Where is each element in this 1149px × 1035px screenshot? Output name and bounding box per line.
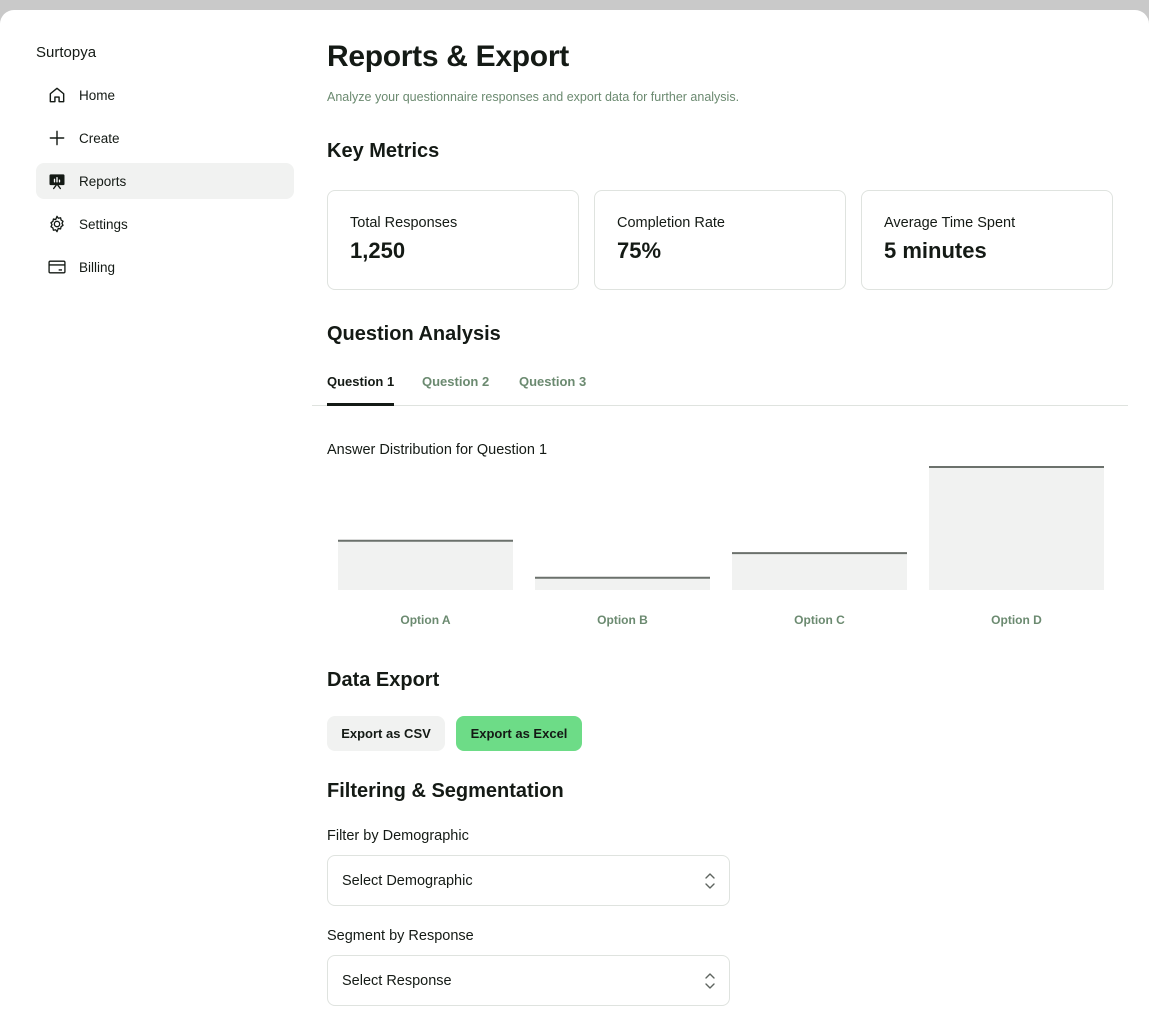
data-export-title: Data Export <box>327 669 440 691</box>
chart-bar-option-d <box>929 467 1104 590</box>
sidebar-item-label: Create <box>79 130 120 146</box>
chart-category-label: Option C <box>794 613 845 627</box>
credit-card-icon <box>47 257 67 277</box>
demographic-select[interactable]: Select Demographic <box>327 855 730 906</box>
sidebar-item-label: Billing <box>79 259 116 275</box>
question-tabs: Question 1 Question 2 Question 3 <box>312 370 1128 406</box>
sidebar: Surtopya Home Create Reports Settings Bi… <box>0 10 310 1035</box>
response-select-value: Select Response <box>342 972 452 989</box>
metric-label: Total Responses <box>350 215 458 231</box>
sidebar-item-reports[interactable]: Reports <box>36 163 294 199</box>
chart-category-label: Option B <box>597 613 648 627</box>
export-csv-button[interactable]: Export as CSV <box>327 716 445 751</box>
chart-title: Answer Distribution for Question 1 <box>327 442 548 458</box>
sidebar-item-create[interactable]: Create <box>36 120 294 156</box>
brand-name: Surtopya <box>36 44 97 61</box>
tab-question-1[interactable]: Question 1 <box>327 374 395 406</box>
plus-icon <box>47 128 67 148</box>
filtering-title: Filtering & Segmentation <box>327 780 564 802</box>
export-excel-button[interactable]: Export as Excel <box>456 716 582 751</box>
segment-response-label: Segment by Response <box>327 928 474 944</box>
page-title: Reports & Export <box>327 40 569 73</box>
presentation-chart-icon <box>47 171 67 191</box>
chart-bar-option-a <box>338 540 513 590</box>
filter-demographic-label: Filter by Demographic <box>327 828 469 844</box>
chart-category-label: Option A <box>400 613 451 627</box>
sidebar-item-label: Home <box>79 87 116 103</box>
page-subtitle: Analyze your questionnaire responses and… <box>327 90 740 104</box>
chart-bar-option-c <box>732 553 907 590</box>
app-window: Surtopya Home Create Reports Settings Bi… <box>0 10 1149 1035</box>
metric-value: 1,250 <box>350 238 406 263</box>
chevron-up-down-icon <box>705 973 715 989</box>
answer-distribution-chart: Option A Option B Option C Option D <box>338 466 1104 627</box>
chevron-up-down-icon <box>705 873 715 889</box>
gear-icon <box>47 214 67 234</box>
home-icon <box>47 85 67 105</box>
metric-card-average-time: Average Time Spent 5 minutes <box>861 190 1113 290</box>
question-analysis-title: Question Analysis <box>327 323 501 345</box>
metric-value: 75% <box>617 238 662 263</box>
sidebar-item-label: Reports <box>79 173 127 189</box>
chart-category-label: Option D <box>991 613 1042 627</box>
metric-label: Completion Rate <box>617 215 725 231</box>
tab-question-2[interactable]: Question 2 <box>422 374 489 406</box>
metric-card-total-responses: Total Responses 1,250 <box>327 190 579 290</box>
response-select[interactable]: Select Response <box>327 955 730 1006</box>
demographic-select-value: Select Demographic <box>342 872 473 889</box>
key-metrics-title: Key Metrics <box>327 140 440 162</box>
sidebar-item-label: Settings <box>79 216 128 232</box>
sidebar-item-home[interactable]: Home <box>36 77 294 113</box>
tab-question-3[interactable]: Question 3 <box>519 374 586 406</box>
sidebar-item-settings[interactable]: Settings <box>36 206 294 242</box>
chart-bar-option-b <box>535 577 710 590</box>
metric-value: 5 minutes <box>884 238 987 263</box>
metric-card-completion-rate: Completion Rate 75% <box>594 190 846 290</box>
metric-label: Average Time Spent <box>884 215 1016 231</box>
sidebar-item-billing[interactable]: Billing <box>36 249 294 285</box>
